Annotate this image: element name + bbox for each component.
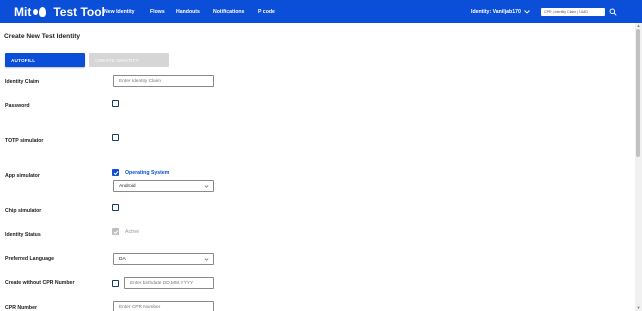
password-checkbox[interactable]: [112, 100, 119, 107]
scroll-up-icon[interactable]: ▲: [636, 24, 641, 28]
cpr-number-label: CPR Number: [5, 305, 37, 311]
chip-simulator-label: Chip simulator: [5, 208, 42, 214]
nav-flows[interactable]: Flows: [150, 0, 165, 23]
nav-notifications[interactable]: Notifications: [213, 0, 244, 23]
totp-simulator-label: TOTP simulator: [5, 138, 44, 144]
chevron-down-icon: [524, 9, 530, 14]
app-simulator-checkbox[interactable]: [112, 169, 119, 176]
preferred-language-label: Preferred Language: [5, 256, 55, 262]
identity-label: Identity: Vaniljab170: [471, 8, 521, 15]
cpr-number-input[interactable]: Enter CPR Number: [113, 301, 214, 311]
totp-simulator-checkbox[interactable]: [112, 134, 119, 141]
identity-claim-input[interactable]: Enter Identity Claim: [113, 75, 214, 87]
identity-claim-label: Identity Claim: [5, 79, 40, 85]
nav-p-code[interactable]: P code: [258, 0, 275, 23]
create-identity-button[interactable]: CREATE IDENTITY: [89, 53, 169, 67]
preferred-language-select[interactable]: DA: [113, 253, 214, 265]
birthdate-input[interactable]: Enter birthdate DD.MM.YYYY: [124, 277, 214, 289]
autofill-button[interactable]: AUTOFILL: [5, 53, 85, 67]
create-without-cpr-checkbox[interactable]: [112, 280, 119, 287]
operating-system-label: Operating System: [125, 170, 170, 176]
search-icon[interactable]: [609, 8, 617, 16]
nav-handouts[interactable]: Handouts: [176, 0, 200, 23]
preferred-language-value: DA: [119, 257, 126, 262]
nav-new-identity[interactable]: New Identity: [104, 0, 135, 23]
brand-text-left: Mit: [14, 4, 32, 19]
brand-logo[interactable]: Mit Test Tool: [14, 3, 105, 20]
scroll-down-icon[interactable]: ▼: [636, 306, 641, 310]
operating-system-value: Android: [119, 184, 136, 189]
checkmark-icon: [113, 171, 119, 176]
app-simulator-label: App simulator: [5, 173, 40, 179]
chevron-down-icon: [204, 258, 209, 261]
identity-status-checkbox[interactable]: [112, 228, 119, 235]
page-scrollbar-thumb[interactable]: [636, 29, 640, 157]
identity-search-input[interactable]: CPR | Identity Claim | UUID: [541, 8, 605, 16]
password-label: Password: [5, 103, 30, 109]
brand-text-right: Test Tool: [53, 4, 105, 19]
create-without-cpr-label: Create without CPR Number: [5, 280, 75, 286]
top-navigation-bar: Mit Test Tool New Identity Flows Handout…: [0, 0, 642, 23]
identity-status-active-label: Active: [125, 229, 140, 235]
chevron-down-icon: [204, 185, 209, 188]
identity-menu[interactable]: Identity: Vaniljab170: [471, 0, 530, 23]
page-title: Create New Test Identity: [4, 33, 81, 40]
chip-simulator-checkbox[interactable]: [112, 204, 119, 211]
operating-system-select[interactable]: Android: [113, 180, 214, 192]
identity-status-label: Identity Status: [5, 232, 41, 238]
checkmark-icon: [113, 230, 119, 235]
brand-id-icon: [33, 6, 47, 17]
